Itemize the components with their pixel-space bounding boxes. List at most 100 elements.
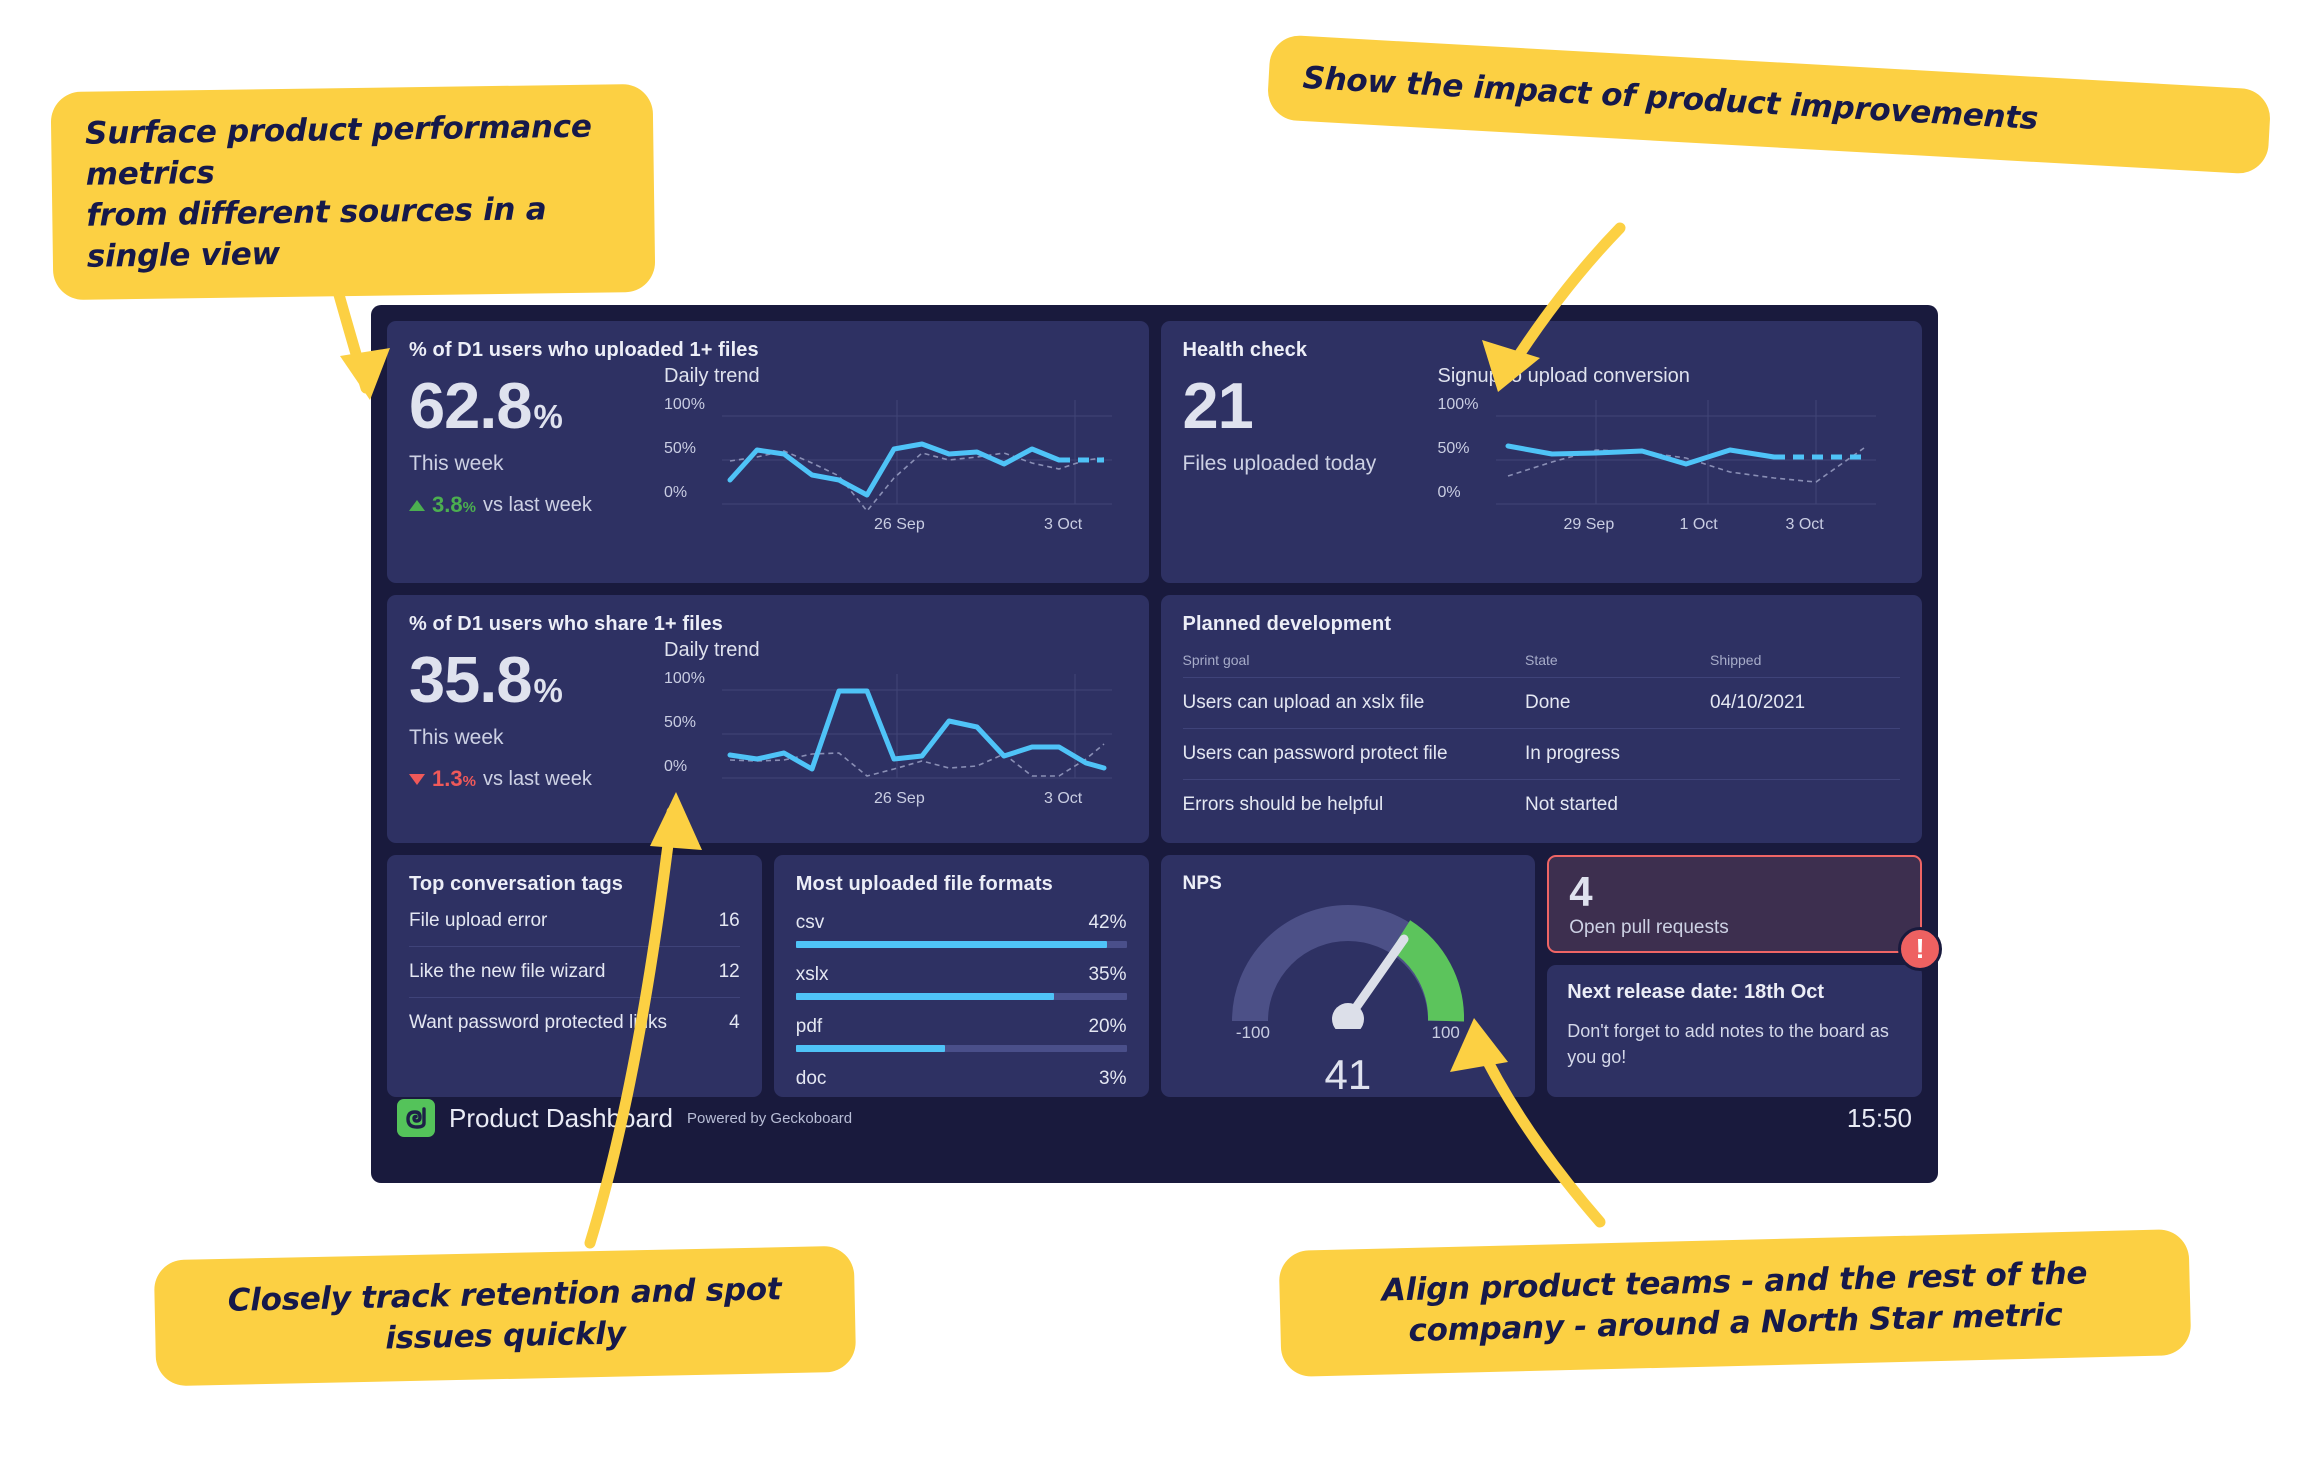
- y-tick-100: 100%: [1437, 396, 1479, 413]
- delta-suffix: vs last week: [482, 493, 592, 516]
- y-tick-100: 100%: [664, 670, 705, 687]
- cell-shipped: [1710, 728, 1900, 780]
- delta-suffix: vs last week: [482, 767, 592, 790]
- line-chart-shared: 100% 50% 0% 26 Sep 3 Oct: [664, 670, 1127, 807]
- x-tick-26sep: 26 Sep: [874, 790, 925, 807]
- bar-fill: [795, 993, 1054, 1000]
- triangle-down-icon: [409, 773, 425, 785]
- bar-item: csv 42%: [795, 912, 1127, 948]
- widget-d1-shared[interactable]: % of D1 users who share 1+ files 35.8 % …: [387, 595, 1149, 843]
- pr-label: Open pull requests: [1569, 917, 1729, 938]
- note-title: Next release date: 18th Oct: [1567, 981, 1825, 1003]
- line-chart-signup-conversion: 100% 50% 0% 29 Sep 1 Oct 3 Oct: [1437, 396, 1901, 533]
- table-row[interactable]: Users can upload an xslx file Done 04/10…: [1182, 677, 1900, 729]
- delta-value: 3.8%: [432, 492, 476, 517]
- kpi-number: 62.8: [409, 369, 533, 442]
- widget-health-check[interactable]: Health check 21 Files uploaded today Sig…: [1160, 321, 1922, 583]
- cell-state: Done: [1525, 677, 1710, 729]
- table-row[interactable]: Users can password protect file In progr…: [1182, 728, 1900, 780]
- list-item[interactable]: Want password protected links 4: [409, 998, 740, 1048]
- cell-state: Not started: [1525, 794, 1618, 815]
- cell-goal: Users can upload an xslx file: [1182, 677, 1525, 729]
- widget-title: NPS: [1182, 873, 1222, 894]
- column-header-shipped: Shipped: [1710, 652, 1900, 678]
- trend-title: Daily trend: [664, 365, 760, 387]
- bottom-left-pair: Top conversation tags File upload error …: [387, 855, 1149, 1097]
- geckoboard-logo: [397, 1099, 435, 1137]
- tag-count: 16: [718, 910, 740, 931]
- bar-item: pdf 20%: [795, 1016, 1127, 1052]
- bar-value: 20%: [1088, 1016, 1127, 1037]
- widget-top-conversation-tags[interactable]: Top conversation tags File upload error …: [387, 855, 762, 1097]
- kpi-delta: 1.3% vs last week: [409, 766, 664, 792]
- widget-open-pull-requests[interactable]: 4 Open pull requests !: [1547, 855, 1942, 971]
- widget-most-uploaded-file-formats[interactable]: Most uploaded file formats csv 42% xslx …: [773, 855, 1149, 1097]
- callout-bubble-2: Show the impact of product improvements: [1266, 34, 2272, 175]
- bar-track: [795, 941, 1127, 948]
- gauge-min-label: -100: [1235, 1023, 1270, 1042]
- bar-label: doc: [795, 1068, 827, 1089]
- widget-grid: % of D1 users who uploaded 1+ files 62.8…: [387, 321, 1942, 1097]
- kpi-block: % of D1 users who uploaded 1+ files 62.8…: [409, 339, 759, 565]
- dashboard-frame: % of D1 users who uploaded 1+ files 62.8…: [371, 305, 1942, 1183]
- list-item[interactable]: Like the new file wizard 12: [409, 947, 740, 998]
- column-header-goal: Sprint goal: [1182, 652, 1525, 678]
- widget-title: Planned development: [1182, 613, 1392, 635]
- table-row[interactable]: Errors should be helpful Not started: [1183, 780, 1901, 831]
- page-root: % of D1 users who uploaded 1+ files 62.8…: [0, 0, 2302, 1478]
- kpi-number: 35.8: [409, 643, 533, 716]
- line-chart-uploaded: 100% 50% 0% 26 Sep 3 Oct: [664, 396, 1127, 533]
- kpi-block: Health check 21 Files uploaded today: [1183, 339, 1438, 565]
- cell-goal: Errors should be helpful: [1182, 794, 1384, 815]
- bar-label: pdf: [795, 1016, 823, 1037]
- kpi-block: % of D1 users who share 1+ files 35.8 % …: [409, 613, 723, 825]
- gauge-max-label: 100: [1431, 1023, 1460, 1042]
- list-item[interactable]: File upload error 16: [409, 896, 740, 947]
- exclamation-icon: !: [1898, 927, 1942, 971]
- widget-planned-development[interactable]: Planned development Sprint goal State Sh…: [1160, 595, 1922, 843]
- bar-label: csv: [795, 912, 825, 933]
- y-tick-0: 0%: [1437, 484, 1461, 501]
- y-tick-0: 0%: [664, 484, 688, 501]
- gauge-value: 41: [1324, 1051, 1372, 1097]
- delta-value: 1.3%: [432, 766, 476, 791]
- callout-bubble-1: Surface product performance metrics from…: [50, 83, 656, 300]
- x-tick-3oct: 3 Oct: [1044, 790, 1083, 807]
- kpi-period: Files uploaded today: [1182, 452, 1377, 475]
- kpi-value: 21: [1183, 373, 1438, 438]
- trend-block: Signup to upload conversion 100% 50% 0%: [1438, 339, 1901, 565]
- tag-label: Like the new file wizard: [409, 961, 606, 982]
- table-header-row: Sprint goal State Shipped: [1182, 652, 1900, 678]
- widget-d1-uploaded[interactable]: % of D1 users who uploaded 1+ files 62.8…: [387, 321, 1149, 583]
- kpi-value: 35.8 %: [409, 647, 664, 712]
- y-tick-50: 50%: [664, 714, 697, 731]
- trend-block: Daily trend 100% 50% 0% 26 Sep 3 Oct: [664, 339, 1127, 565]
- trend-block: Daily trend 100% 50% 0% 26 Sep 3 Oct: [664, 613, 1127, 825]
- cell-shipped: [1710, 780, 1900, 831]
- note-body: Don't forget to add notes to the board a…: [1567, 1021, 1889, 1068]
- tag-count: 12: [718, 961, 740, 982]
- bar-value: 42%: [1088, 912, 1127, 933]
- callout-line: Surface product performance metrics: [84, 108, 592, 193]
- bottom-right-pair: NPS -100 100 41 4 Open pull requests ! N…: [1160, 855, 1942, 1097]
- kpi-period: This week: [409, 452, 504, 475]
- bar-value: 35%: [1088, 964, 1127, 985]
- kpi-period: This week: [409, 726, 504, 749]
- bar-fill: [795, 941, 1107, 948]
- x-tick-26sep: 26 Sep: [874, 516, 925, 533]
- kpi-delta: 3.8% vs last week: [409, 492, 664, 518]
- dashboard-title: Product Dashboard: [449, 1102, 674, 1133]
- tag-label: File upload error: [409, 910, 548, 931]
- y-tick-50: 50%: [664, 440, 697, 457]
- kpi-unit: %: [533, 398, 563, 435]
- planned-development-table: Sprint goal State Shipped Users can uplo…: [1182, 652, 1901, 831]
- right-stack: 4 Open pull requests ! Next release date…: [1547, 855, 1942, 1097]
- widget-release-note[interactable]: Next release date: 18th Oct Don't forget…: [1547, 965, 1922, 1097]
- bar-fill: [795, 1045, 945, 1052]
- x-tick-3oct: 3 Oct: [1785, 516, 1824, 533]
- bar-label: xslx: [795, 964, 829, 985]
- triangle-up-icon: [409, 499, 425, 511]
- tag-label: Want password protected links: [409, 1012, 668, 1033]
- widget-nps[interactable]: NPS -100 100 41: [1160, 855, 1536, 1097]
- y-tick-100: 100%: [664, 396, 705, 413]
